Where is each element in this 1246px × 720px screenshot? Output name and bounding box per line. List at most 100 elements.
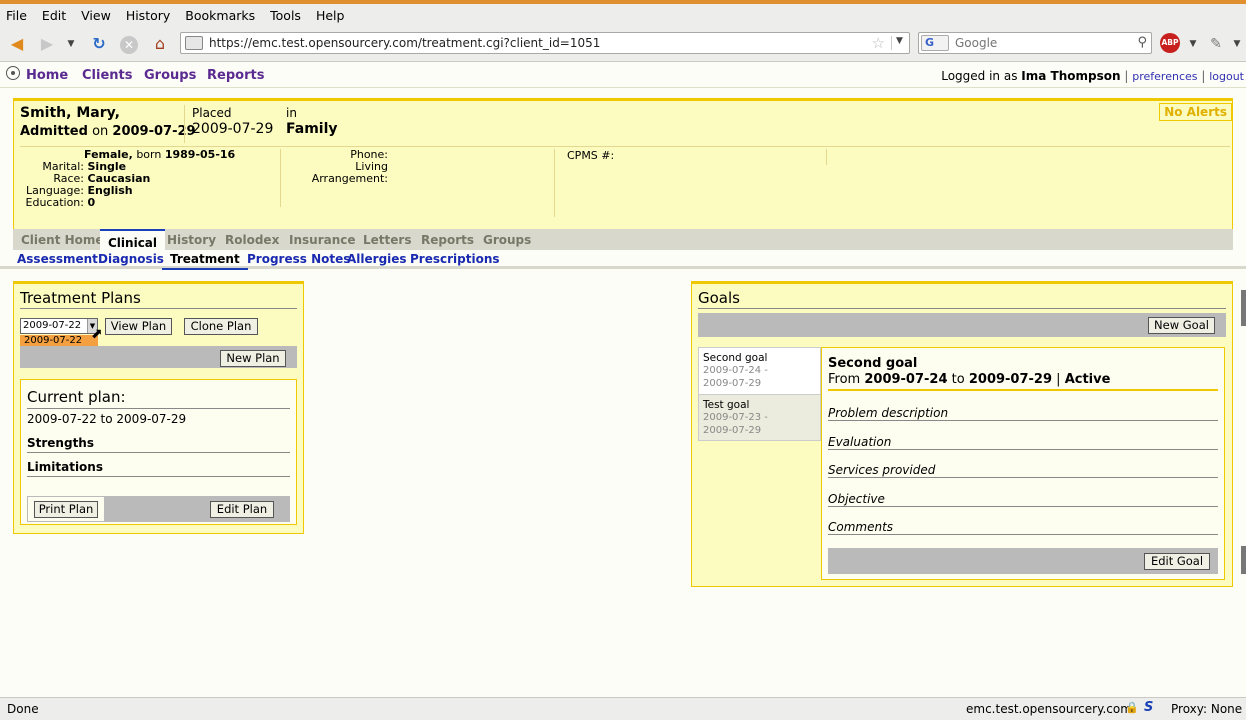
divider	[828, 389, 1218, 391]
strengths-heading: Strengths	[27, 436, 94, 450]
status-text: Done	[7, 702, 39, 716]
lock-icon[interactable]: 🔒	[1125, 701, 1139, 714]
url-bar[interactable]: https://emc.test.opensourcery.com/treatm…	[180, 32, 910, 54]
tab-assessment[interactable]: Assessment	[17, 252, 98, 266]
plan-select[interactable]: 2009-07-22 ▼	[20, 318, 98, 334]
divider	[20, 308, 297, 309]
current-plan-box: Current plan: 2009-07-22 to 2009-07-29 S…	[20, 379, 297, 525]
field-objective: Objective	[828, 492, 885, 506]
edit-plan-button[interactable]: Edit Plan	[210, 501, 274, 518]
back-arrow-icon[interactable]: ◀	[6, 34, 28, 54]
search-bar[interactable]: G ⚲	[918, 32, 1152, 54]
field-problem-description: Problem description	[828, 406, 949, 420]
tab-treatment[interactable]: Treatment	[162, 252, 248, 270]
client-admitted: Admitted on 2009-07-29	[20, 124, 196, 139]
goal-title: Second goal	[828, 356, 918, 371]
home-icon[interactable]: ⌂	[148, 34, 172, 54]
divider	[184, 105, 185, 143]
menu-file[interactable]: File	[6, 8, 27, 23]
logout-link[interactable]: logout	[1209, 70, 1244, 83]
current-plan-heading: Current plan:	[27, 388, 126, 406]
tab-progress-notes[interactable]: Progress Notes	[247, 252, 350, 266]
field-services-provided: Services provided	[828, 463, 936, 477]
view-plan-button[interactable]: View Plan	[105, 318, 172, 335]
divider	[27, 408, 290, 409]
menu-help[interactable]: Help	[316, 8, 345, 23]
field-comments: Comments	[828, 520, 894, 534]
bookmark-star-icon[interactable]: ☆	[872, 34, 885, 52]
divider	[20, 146, 1230, 147]
divider	[554, 149, 555, 217]
nav-home-link[interactable]: Home	[26, 68, 68, 83]
divider	[280, 149, 281, 207]
treatment-plans-panel: Treatment Plans 2009-07-22 ▼ 2009-07-22 …	[13, 281, 304, 534]
divider	[828, 420, 1218, 421]
url-dropdown-icon[interactable]: ▼	[891, 36, 907, 50]
divider	[698, 308, 1226, 309]
site-identity-icon[interactable]	[185, 36, 203, 50]
tab-prescriptions[interactable]: Prescriptions	[410, 252, 500, 266]
tab-rolodex[interactable]: Rolodex	[225, 233, 279, 247]
reload-icon[interactable]: ↻	[88, 34, 110, 54]
goal-range: From 2009-07-24 to 2009-07-29 | Active	[828, 372, 1111, 387]
client-name: Smith, Mary,	[20, 105, 120, 121]
menu-edit[interactable]: Edit	[42, 8, 66, 23]
clone-plan-button[interactable]: Clone Plan	[184, 318, 258, 335]
divider	[828, 449, 1218, 450]
goals-panel: Goals New Goal Second goal 2009-07-24 - …	[691, 281, 1233, 587]
menu-bookmarks[interactable]: Bookmarks	[185, 8, 255, 23]
addon-s-icon[interactable]: S	[1144, 700, 1153, 715]
divider	[826, 149, 827, 165]
new-goal-button[interactable]: New Goal	[1148, 317, 1215, 334]
search-icon[interactable]: ⚲	[1137, 35, 1147, 50]
adblock-dropdown-icon[interactable]: ▼	[1186, 34, 1200, 54]
tab-allergies[interactable]: Allergies	[347, 252, 407, 266]
goals-toolbar	[698, 313, 1226, 337]
edit-page-icon[interactable]: ✎	[1206, 34, 1226, 54]
scrollbar-fragment[interactable]	[1241, 546, 1246, 574]
treatment-plans-title: Treatment Plans	[20, 289, 141, 307]
menu-tools[interactable]: Tools	[270, 8, 301, 23]
search-engine-icon[interactable]: G	[921, 35, 949, 51]
placed-date: 2009-07-29	[192, 121, 274, 137]
alerts-badge[interactable]: No Alerts	[1159, 103, 1232, 121]
proxy-status[interactable]: Proxy: None	[1171, 702, 1242, 716]
tab-history[interactable]: History	[167, 233, 216, 247]
menu-view[interactable]: View	[81, 8, 111, 23]
nav-clients-link[interactable]: Clients	[82, 68, 132, 83]
contact-column: Phone: Living Arrangement:	[311, 148, 388, 185]
scrollbar-fragment[interactable]	[1241, 290, 1246, 326]
adblock-icon[interactable]: ABP	[1160, 33, 1180, 53]
nav-groups-link[interactable]: Groups	[144, 68, 196, 83]
edit-goal-button[interactable]: Edit Goal	[1144, 553, 1210, 570]
demographics-column: Female, born 1989-05-16 Marital: Single …	[25, 148, 236, 209]
new-plan-button[interactable]: New Plan	[220, 350, 286, 367]
goal-list: Second goal 2009-07-24 - 2009-07-29 Test…	[698, 347, 821, 441]
divider	[828, 506, 1218, 507]
tab-clinical[interactable]: Clinical	[100, 229, 166, 251]
tab-letters[interactable]: Letters	[363, 233, 411, 247]
navigation-toolbar: ◀ ▶ ▼ ↻ ✕ ⌂ https://emc.test.opensourcer…	[0, 26, 1246, 62]
goals-title: Goals	[698, 289, 740, 307]
history-dropdown-icon[interactable]: ▼	[64, 34, 78, 54]
goal-list-item[interactable]: Second goal 2009-07-24 - 2009-07-29	[699, 348, 820, 394]
print-plan-button[interactable]: Print Plan	[34, 501, 98, 518]
tab-groups[interactable]: Groups	[483, 233, 531, 247]
mouse-cursor-icon: ⬈	[91, 326, 103, 342]
tab-diagnosis[interactable]: Diagnosis	[98, 252, 164, 266]
goal-list-item[interactable]: Test goal 2009-07-23 - 2009-07-29	[699, 394, 820, 440]
forward-arrow-icon[interactable]: ▶	[36, 34, 58, 54]
preferences-link[interactable]: preferences	[1132, 70, 1197, 83]
current-plan-range: 2009-07-22 to 2009-07-29	[27, 412, 187, 426]
app-logo-icon[interactable]	[6, 66, 20, 80]
nav-reports-link[interactable]: Reports	[207, 68, 264, 83]
search-input[interactable]	[955, 35, 1125, 51]
stop-icon[interactable]: ✕	[118, 34, 140, 54]
menu-history[interactable]: History	[126, 8, 170, 23]
tab-client-home[interactable]: Client Home	[21, 233, 104, 247]
toolbar-dropdown-icon[interactable]: ▼	[1230, 34, 1244, 54]
tab-insurance[interactable]: Insurance	[289, 233, 356, 247]
tab-reports[interactable]: Reports	[421, 233, 474, 247]
client-summary: Smith, Mary, Admitted on 2009-07-29 Plac…	[13, 98, 1233, 229]
menu-bar: File Edit View History Bookmarks Tools H…	[0, 4, 1246, 26]
